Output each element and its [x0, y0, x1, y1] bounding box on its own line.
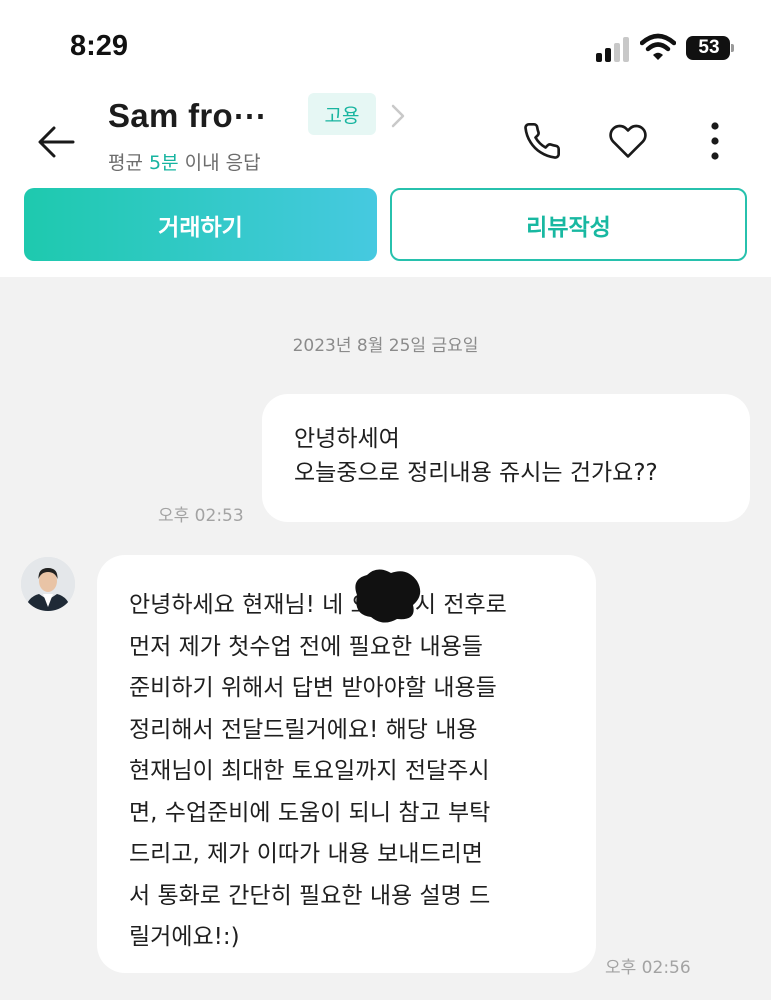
message-line: 서 통화로 간단히 필요한 내용 설명 드 [129, 882, 491, 909]
battery-indicator: 53 [686, 36, 730, 60]
favorite-button[interactable] [605, 118, 651, 164]
write-review-button[interactable]: 리뷰작성 [390, 188, 747, 261]
date-divider: 2023년 8월 25일 금요일 [292, 336, 479, 356]
avatar[interactable] [21, 557, 75, 611]
message-line: 릴거에요!:) [129, 924, 240, 950]
message-line: 먼저 제가 첫수업 전에 필요한 내용들 [129, 633, 483, 660]
back-arrow-icon [38, 126, 75, 158]
message-line: 드리고, 제가 이따가 내용 보내드리면 [129, 841, 483, 867]
message-line: 현재님이 최대한 토요일까지 전달주시 [129, 758, 490, 784]
outgoing-message-time: 오후 02:53 [158, 506, 244, 526]
back-button[interactable] [34, 120, 78, 164]
response-suffix: 이내 응답 [178, 152, 261, 174]
incoming-message-bubble[interactable]: 안녕하세요 현재님! 네 오늘 5시 전후로 먼저 제가 첫수업 전에 필요한 … [97, 555, 596, 973]
message-line: 정리해서 전달드릴거에요! 해당 내용 [129, 716, 478, 743]
battery-tip [731, 44, 734, 52]
call-button[interactable] [519, 118, 565, 164]
response-highlight: 5분 [149, 152, 179, 174]
chat-title[interactable]: Sam fro⋯ [108, 96, 288, 135]
message-line: 준비하기 위해서 답변 받아야할 내용들 [129, 675, 497, 701]
message-line: 오늘중으로 정리내용 쥬시는 건가요?? [294, 460, 658, 486]
outgoing-message-bubble[interactable]: 안녕하세여 오늘중으로 정리내용 쥬시는 건가요?? [262, 394, 750, 522]
status-time: 8:29 [70, 30, 129, 62]
status-bar: 8:29 53 [0, 0, 771, 90]
message-line: 면, 수업준비에 도움이 되니 참고 부탁 [129, 799, 491, 826]
response-time-info: 평균 5분 이내 응답 [108, 148, 261, 175]
heart-icon [609, 124, 647, 158]
more-vertical-icon [711, 122, 719, 160]
more-options-button[interactable] [692, 118, 738, 164]
trade-button[interactable]: 거래하기 [24, 188, 377, 261]
category-badge: 고용 [308, 93, 376, 135]
phone-icon [524, 123, 561, 159]
cellular-signal-icon [596, 36, 632, 62]
redaction-scribble [355, 569, 421, 623]
incoming-message-time: 오후 02:56 [605, 958, 691, 978]
chat-area[interactable]: 2023년 8월 25일 금요일 안녕하세여 오늘중으로 정리내용 쥬시는 건가… [0, 277, 771, 1000]
response-prefix: 평균 [108, 152, 149, 174]
wifi-icon [639, 32, 677, 62]
chevron-right-icon[interactable] [388, 102, 408, 130]
message-line: 안녕하세여 [294, 426, 400, 452]
